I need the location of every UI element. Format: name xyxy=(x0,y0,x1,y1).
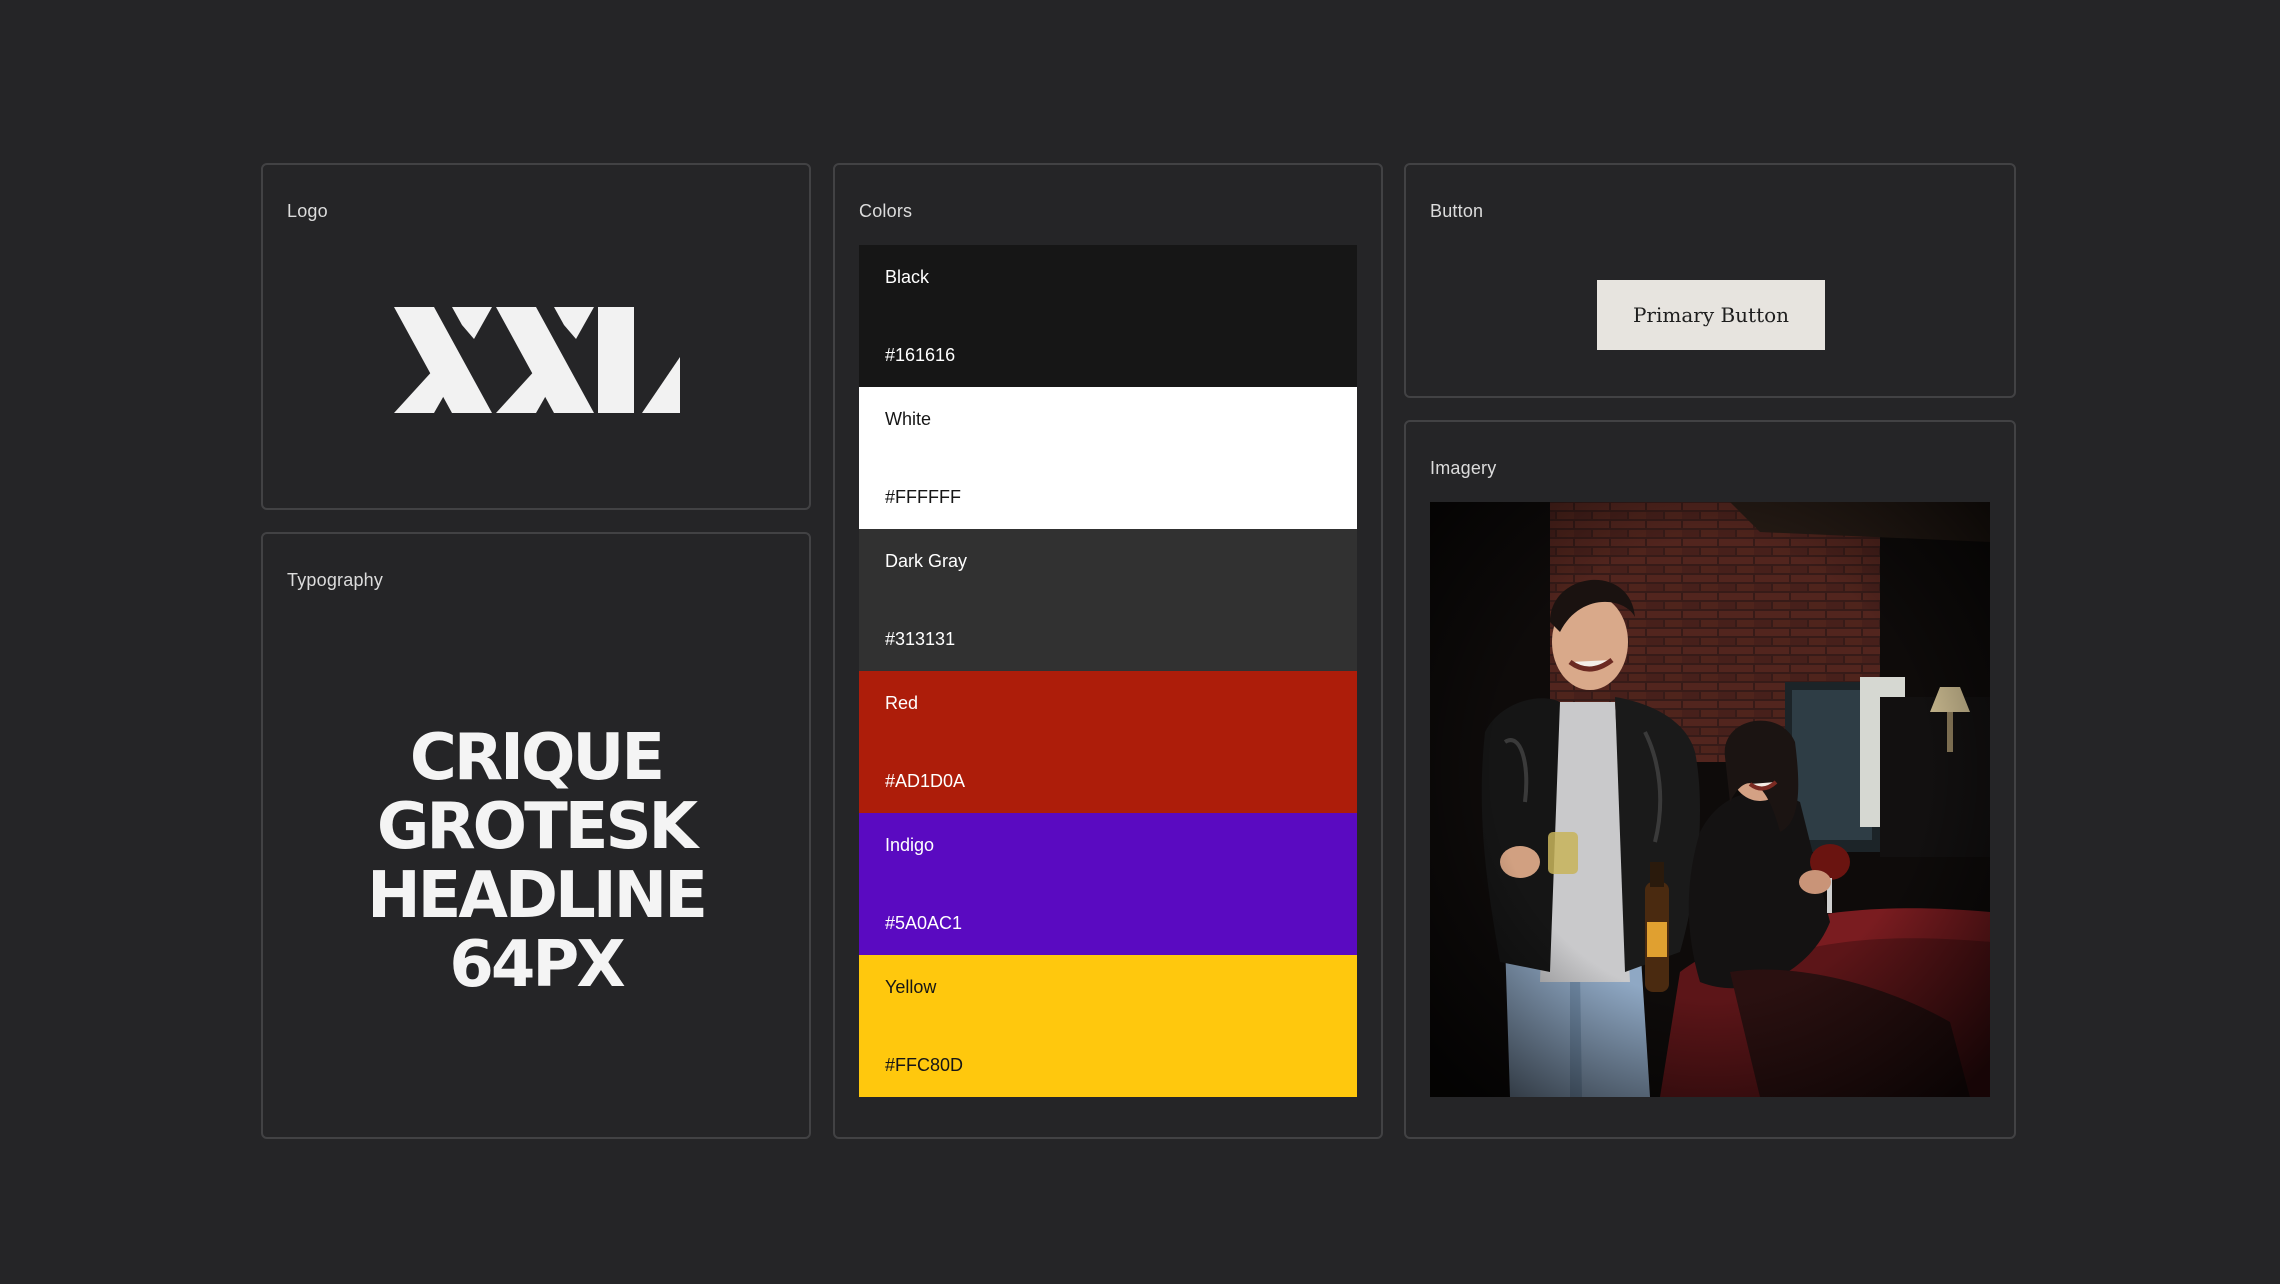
imagery-card: Imagery xyxy=(1404,420,2016,1139)
swatch-hex: #AD1D0A xyxy=(885,771,966,791)
color-swatch-yellow: Yellow #FFC80D xyxy=(859,955,1357,1097)
color-swatch-indigo: Indigo #5A0AC1 xyxy=(859,813,1357,955)
colors-card-label: Colors xyxy=(859,201,913,221)
swatch-name: White xyxy=(885,409,932,429)
swatch-name: Black xyxy=(885,267,930,287)
xxl-logo-icon xyxy=(394,307,680,413)
typography-card: Typography CRIQUE GROTESK HEADLINE 64PX xyxy=(261,532,811,1139)
color-swatch-dark-gray: Dark Gray #313131 xyxy=(859,529,1357,671)
swatch-name: Indigo xyxy=(885,835,935,855)
typography-card-label: Typography xyxy=(287,570,384,590)
imagery-photo xyxy=(1430,502,1990,1097)
photo-of-two-people-laughing-icon xyxy=(1430,502,1990,1097)
color-swatch-white: White #FFFFFF xyxy=(859,387,1357,529)
color-swatch-red: Red #AD1D0A xyxy=(859,671,1357,813)
colors-card: Colors Black #161616 White #FFFFFF Dark … xyxy=(833,163,1383,1139)
swatch-name: Dark Gray xyxy=(885,551,968,571)
button-card-label: Button xyxy=(1430,201,1484,221)
logo-card: Logo xyxy=(261,163,811,510)
swatch-hex: #FFC80D xyxy=(885,1055,964,1075)
typography-sample-headline: CRIQUE GROTESK HEADLINE 64PX xyxy=(367,721,708,1002)
button-card: Button Primary Button xyxy=(1404,163,2016,398)
primary-button[interactable]: Primary Button xyxy=(1597,280,1825,350)
swatch-hex: #161616 xyxy=(885,345,956,365)
swatch-name: Red xyxy=(885,693,919,713)
swatch-hex: #FFFFFF xyxy=(885,487,961,507)
swatch-hex: #313131 xyxy=(885,629,956,649)
color-swatch-black: Black #161616 xyxy=(859,245,1357,387)
swatch-name: Yellow xyxy=(885,977,937,997)
imagery-card-label: Imagery xyxy=(1430,458,1497,478)
logo-card-label: Logo xyxy=(287,201,328,221)
color-swatch-list: Black #161616 White #FFFFFF Dark Gray #3… xyxy=(859,245,1357,1097)
swatch-hex: #5A0AC1 xyxy=(885,913,963,933)
